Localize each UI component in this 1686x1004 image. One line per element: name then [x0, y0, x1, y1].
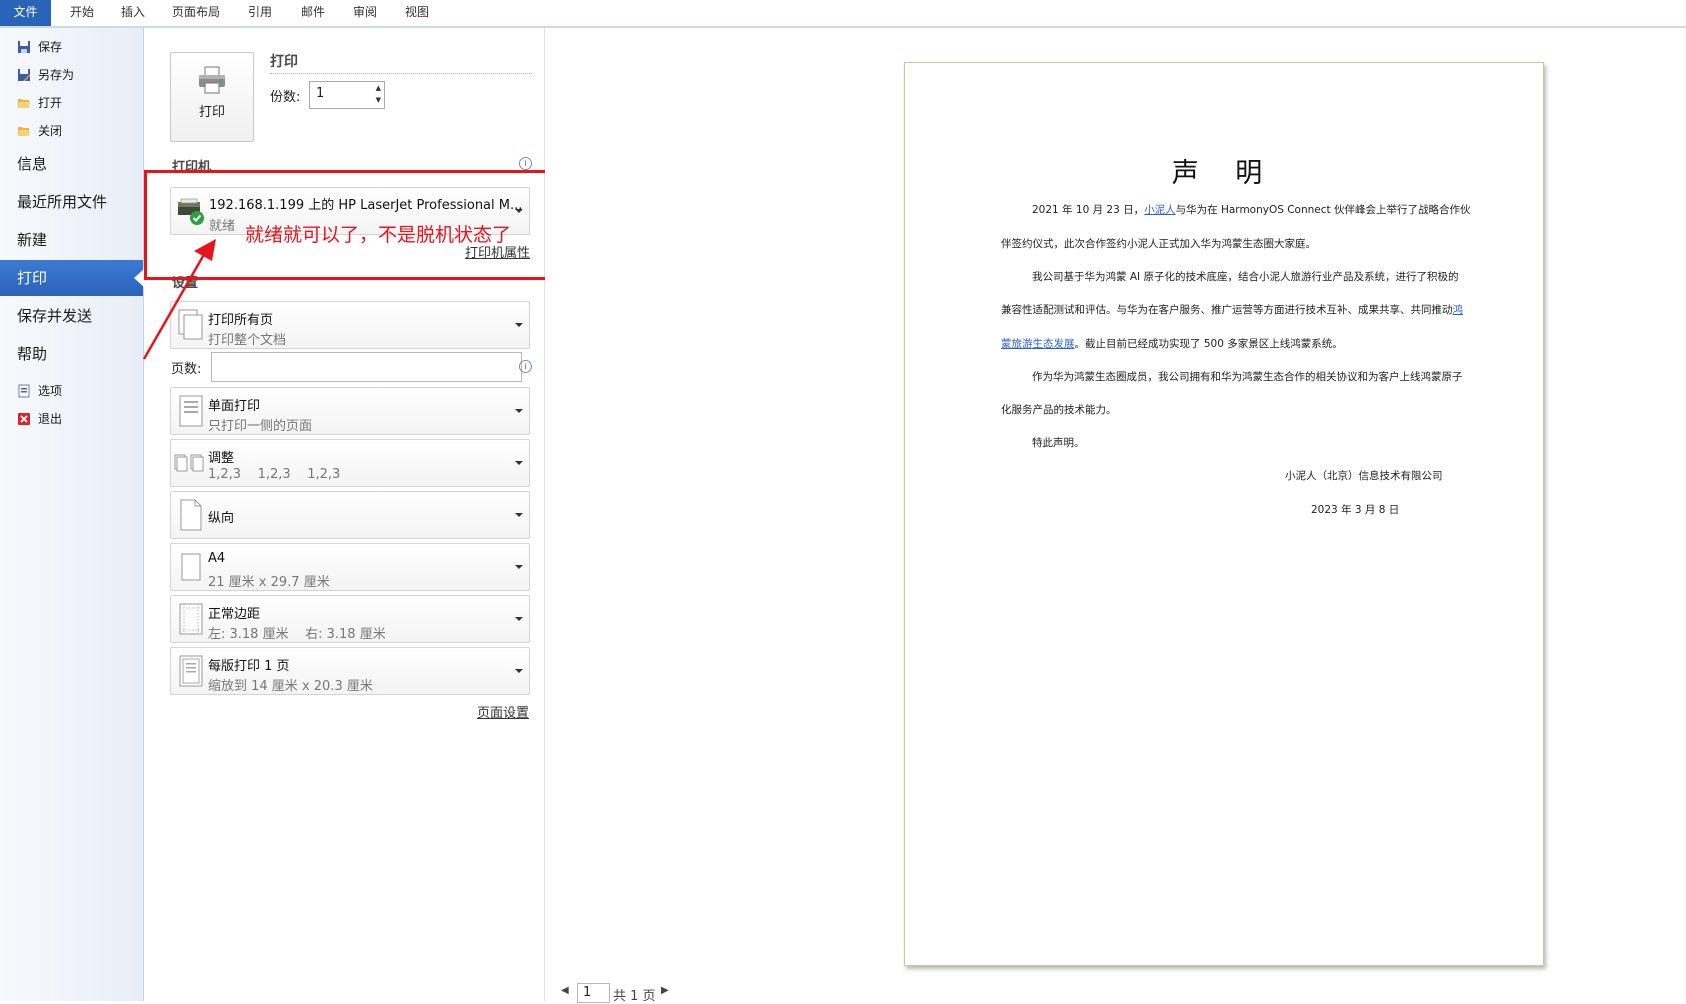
chevron-down-icon	[515, 513, 523, 517]
copies-stepper[interactable]: 1 ▲ ▼	[309, 81, 385, 109]
current-page-input[interactable]: 1	[577, 983, 610, 1003]
doc-paragraph-1-line-2: 伴签约仪式，此次合作签约小泥人正式加入华为鸿蒙生态圈大家庭。	[1001, 238, 1316, 250]
doc-paragraph-2-line-3: 蒙旅游生态发展。截止目前已经成功实现了 500 多家景区上线鸿蒙系统。	[1001, 338, 1343, 350]
save-as-icon	[18, 69, 30, 81]
doc-paragraph-4: 特此声明。	[1032, 437, 1085, 449]
orientation-title: 纵向	[208, 511, 235, 526]
chevron-down-icon	[515, 323, 523, 327]
tab-page-layout[interactable]: 页面布局	[162, 0, 230, 26]
doc-paragraph-1-line-1: 2021 年 10 月 23 日，小泥人与华为在 HarmonyOS Conne…	[1032, 204, 1471, 216]
paper-size-icon	[181, 553, 201, 581]
doc-paragraph-2-line-2: 兼容性适配测试和评估。与华为在客户服务、推广运营等方面进行技术互补、成果共享、共…	[1001, 304, 1463, 316]
single-sided-icon	[179, 395, 203, 427]
sides-subtitle: 只打印一侧的页面	[208, 419, 313, 434]
options-icon	[18, 384, 30, 398]
annotation-arrow-icon	[142, 239, 216, 360]
doc-date: 2023 年 3 月 8 日	[1311, 504, 1400, 516]
pages-per-sheet-icon	[179, 655, 203, 687]
margins-icon	[179, 603, 203, 635]
exit-icon	[18, 413, 30, 425]
tab-view[interactable]: 视图	[392, 0, 442, 26]
page-setup-link[interactable]: 页面设置	[477, 702, 529, 721]
printer-icon	[199, 66, 225, 94]
pages-info-icon[interactable]: i	[519, 360, 532, 373]
spin-up-icon[interactable]: ▲	[376, 84, 381, 92]
nav-open[interactable]: 打开	[0, 89, 143, 117]
collate-title: 调整	[208, 451, 235, 466]
doc-paragraph-3-line-2: 化服务产品的技术能力。	[1001, 404, 1117, 416]
ribbon-tab-bar: 文件 开始 插入 页面布局 引用 邮件 审阅 视图	[0, 0, 1686, 28]
prev-page-icon[interactable]: ◀	[561, 985, 569, 996]
print-heading: 打印	[270, 54, 298, 70]
tab-file[interactable]: 文件	[0, 0, 51, 26]
nav-save[interactable]: 保存	[0, 33, 143, 61]
open-folder-icon	[18, 99, 30, 108]
paper-size-dropdown[interactable]: A4 21 厘米 x 29.7 厘米	[170, 543, 530, 591]
current-page-value: 1	[583, 985, 592, 1000]
nav-info[interactable]: 信息	[0, 146, 143, 182]
pages-per-sheet-title: 每版打印 1 页	[208, 659, 290, 674]
chevron-down-icon	[515, 409, 523, 413]
backstage-nav: 保存 另存为 打开 关闭 信息 最近所用文件 新建 打印 保存并发送 帮助 选项…	[0, 28, 144, 1001]
nav-save-as[interactable]: 另存为	[0, 61, 143, 89]
chevron-down-icon	[515, 617, 523, 621]
sides-title: 单面打印	[208, 399, 261, 414]
print-heading-divider	[270, 73, 532, 74]
nav-recent[interactable]: 最近所用文件	[0, 184, 143, 220]
tab-references[interactable]: 引用	[235, 0, 285, 26]
nav-close[interactable]: 关闭	[0, 117, 143, 145]
chevron-down-icon	[515, 669, 523, 673]
collate-subtitle: 1,2,3 1,2,3 1,2,3	[208, 467, 341, 482]
tab-insert[interactable]: 插入	[108, 0, 158, 26]
pages-input[interactable]	[211, 352, 522, 382]
pages-per-sheet-subtitle: 缩放到 14 厘米 x 20.3 厘米	[208, 679, 373, 694]
doc-signature: 小泥人（北京）信息技术有限公司	[1285, 470, 1443, 482]
collate-icon	[174, 454, 204, 472]
nav-exit[interactable]: 退出	[0, 405, 143, 433]
doc-title: 声 明	[1171, 158, 1277, 189]
document-page-preview: 声 明 2021 年 10 月 23 日，小泥人与华为在 HarmonyOS C…	[904, 62, 1544, 966]
nav-print-label: 打印	[17, 269, 48, 287]
nav-help[interactable]: 帮助	[0, 336, 143, 372]
paper-size-title: A4	[208, 551, 226, 566]
copies-label: 份数:	[270, 90, 301, 105]
next-page-icon[interactable]: ▶	[661, 985, 669, 996]
tab-mailings[interactable]: 邮件	[288, 0, 338, 26]
nav-save-send[interactable]: 保存并发送	[0, 298, 143, 334]
tab-review[interactable]: 审阅	[340, 0, 390, 26]
sides-dropdown[interactable]: 单面打印 只打印一侧的页面	[170, 387, 530, 435]
collate-dropdown[interactable]: 调整 1,2,3 1,2,3 1,2,3	[170, 439, 530, 487]
printer-info-icon[interactable]: i	[519, 157, 532, 170]
nav-new[interactable]: 新建	[0, 222, 143, 258]
chevron-down-icon	[515, 461, 523, 465]
copies-value: 1	[316, 86, 325, 101]
margins-dropdown[interactable]: 正常边距 左: 3.18 厘米 右: 3.18 厘米	[170, 595, 530, 643]
annotation-text: 就绪就可以了，不是脱机状态了	[245, 224, 512, 246]
page-total: 共 1 页	[613, 989, 656, 1004]
margins-title: 正常边距	[208, 607, 261, 622]
doc-paragraph-2-line-1: 我公司基于华为鸿蒙 AI 原子化的技术底座，结合小泥人旅游行业产品及系统，进行了…	[1032, 271, 1459, 283]
pages-per-sheet-dropdown[interactable]: 每版打印 1 页 缩放到 14 厘米 x 20.3 厘米	[170, 647, 530, 695]
paper-size-subtitle: 21 厘米 x 29.7 厘米	[208, 575, 330, 590]
margins-subtitle: 左: 3.18 厘米 右: 3.18 厘米	[208, 627, 386, 642]
nav-options[interactable]: 选项	[0, 377, 143, 405]
print-button[interactable]: 打印	[170, 52, 254, 142]
print-button-label: 打印	[198, 105, 225, 120]
spin-down-icon[interactable]: ▼	[376, 96, 381, 104]
doc-paragraph-3-line-1: 作为华为鸿蒙生态圈成员，我公司拥有和华为鸿蒙生态合作的相关协议和为客户上线鸿蒙原…	[1032, 371, 1463, 383]
save-icon	[18, 41, 30, 53]
nav-print[interactable]: 打印	[0, 260, 144, 296]
tab-home[interactable]: 开始	[57, 0, 107, 26]
close-folder-icon	[18, 127, 30, 136]
chevron-down-icon	[515, 565, 523, 569]
portrait-icon	[180, 499, 202, 531]
orientation-dropdown[interactable]: 纵向	[170, 491, 530, 539]
